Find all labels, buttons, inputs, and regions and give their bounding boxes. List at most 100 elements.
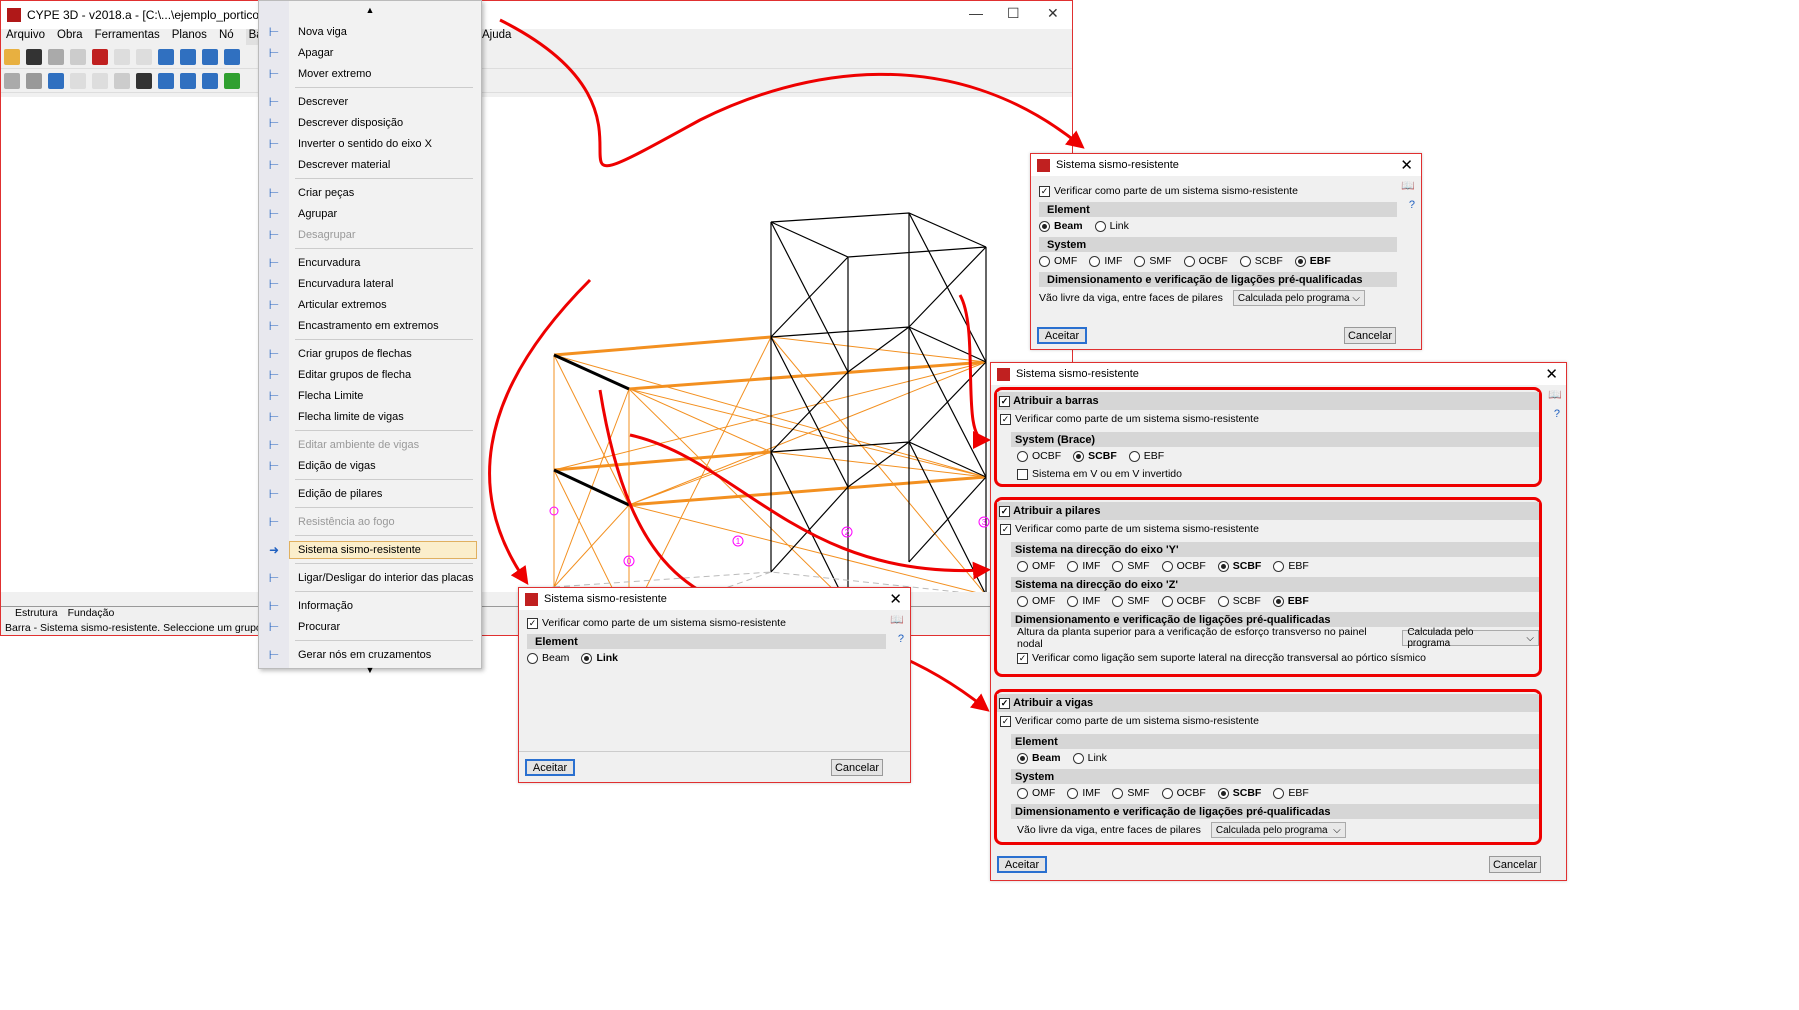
span-select[interactable]: Calculada pelo programa ⌵ [1210, 822, 1346, 838]
verify-checkbox[interactable]: ✓ [1039, 185, 1050, 197]
radio-smf[interactable] [1112, 787, 1124, 799]
menu-item[interactable]: ⊢ Informação [259, 595, 481, 616]
radio-omf[interactable] [1017, 560, 1028, 572]
help-icon[interactable]: ? [1554, 408, 1560, 420]
span-select[interactable]: Calculada pelo programa ⌵ [1232, 290, 1365, 306]
menu-item[interactable]: ⊢ Editar grupos de flecha [259, 364, 481, 385]
link-radio[interactable] [1072, 752, 1084, 764]
radio-ocbf[interactable] [1161, 595, 1173, 607]
menu-item[interactable]: ⊢ Flecha Limite [259, 385, 481, 406]
column-edit-icon: ⊢ [268, 486, 280, 501]
cancel-button[interactable]: Cancelar [1489, 856, 1541, 873]
radio-scbf[interactable] [1217, 787, 1229, 799]
menu-item[interactable]: ⊢ Criar grupos de flechas [259, 343, 481, 364]
radio-scbf[interactable] [1239, 255, 1251, 267]
scroll-down-icon[interactable]: ▼ [259, 665, 481, 679]
help-icon[interactable]: ? [898, 633, 904, 645]
element-header: Element [527, 634, 886, 649]
radio-ocbf[interactable] [1017, 450, 1028, 462]
menu-item[interactable]: ⊢ Mover extremo [259, 63, 481, 84]
menu-item[interactable]: ⊢ Editar ambiente de vigas [259, 434, 481, 455]
radio-imf[interactable] [1067, 787, 1079, 799]
menu-item[interactable]: ⊢ Encurvadura [259, 252, 481, 273]
menu-item[interactable]: ⊢ Edição de pilares [259, 483, 481, 504]
radio-ebf[interactable] [1128, 450, 1140, 462]
radio-imf[interactable] [1067, 595, 1079, 607]
menu-item[interactable]: ⊢ Descrever material [259, 154, 481, 175]
menu-item[interactable]: ➜ Sistema sismo-resistente [259, 539, 481, 560]
menu-item[interactable]: ⊢ Agrupar [259, 203, 481, 224]
verify-checkbox[interactable]: ✓ [527, 617, 538, 629]
lateral-buckling-icon: ⊢ [268, 276, 280, 291]
beam-radio[interactable] [1039, 220, 1050, 232]
cancel-button[interactable]: Cancelar [831, 759, 883, 776]
menu-item[interactable]: ⊢ Flecha limite de vigas [259, 406, 481, 427]
menu-item[interactable]: ⊢ Articular extremos [259, 294, 481, 315]
accept-button[interactable]: Aceitar [997, 856, 1047, 873]
lateral-checkbox[interactable]: ✓ [1017, 652, 1028, 664]
cancel-button[interactable]: Cancelar [1344, 327, 1396, 344]
beam-radio[interactable] [527, 652, 538, 664]
close-icon[interactable]: ✕ [1400, 156, 1413, 174]
radio-smf[interactable] [1134, 255, 1146, 267]
radio-smf[interactable] [1112, 560, 1124, 572]
menu-item[interactable]: ⊢ Resistência ao fogo [259, 511, 481, 532]
verify-checkbox[interactable]: ✓ [1000, 715, 1011, 727]
radio-ocbf[interactable] [1161, 560, 1173, 572]
verify-checkbox[interactable]: ✓ [1000, 523, 1011, 535]
link-radio[interactable] [1094, 220, 1106, 232]
radio-ocbf[interactable] [1161, 787, 1173, 799]
beam-label: Beam [542, 652, 570, 664]
help-icon[interactable]: ? [1409, 199, 1415, 211]
book-icon[interactable]: 📖 [1401, 179, 1415, 192]
accept-button[interactable]: Aceitar [525, 759, 575, 776]
book-icon[interactable]: 📖 [890, 613, 904, 626]
menu-item[interactable]: ⊢ Gerar nós em cruzamentos [259, 644, 481, 665]
beam-label: Beam [1032, 752, 1061, 764]
radio-omf[interactable] [1039, 255, 1050, 267]
deflection-group-icon: ⊢ [268, 346, 280, 361]
menu-item[interactable]: ⊢ Inverter o sentido do eixo X [259, 133, 481, 154]
radio-omf[interactable] [1017, 595, 1028, 607]
menu-item[interactable]: ⊢ Descrever disposição [259, 112, 481, 133]
radio-imf[interactable] [1089, 255, 1101, 267]
menu-item[interactable]: ⊢ Apagar [259, 42, 481, 63]
scroll-up-icon[interactable]: ▲ [259, 1, 481, 21]
menu-item[interactable]: ⊢ Criar peças [259, 182, 481, 203]
link-radio[interactable] [581, 652, 593, 664]
radio-omf[interactable] [1017, 787, 1028, 799]
pilares-checkbox[interactable]: ✓ [999, 505, 1010, 517]
barras-checkbox[interactable]: ✓ [999, 395, 1010, 407]
menu-item[interactable]: ⊢ Encastramento em extremos [259, 315, 481, 336]
radio-ebf[interactable] [1273, 787, 1285, 799]
link-label: Link [1109, 220, 1129, 232]
verify-checkbox[interactable]: ✓ [1000, 413, 1011, 425]
menu-item[interactable]: ⊢ Nova viga [259, 21, 481, 42]
radio-ebf[interactable] [1273, 560, 1285, 572]
radio-ebf[interactable] [1294, 255, 1306, 267]
menu-item[interactable]: ⊢ Encurvadura lateral [259, 273, 481, 294]
radio-smf[interactable] [1112, 595, 1124, 607]
radio-scbf[interactable] [1073, 450, 1085, 462]
radio-scbf[interactable] [1217, 595, 1229, 607]
accept-button[interactable]: Aceitar [1037, 327, 1087, 344]
height-select[interactable]: Calculada pelo programa ⌵ [1402, 627, 1539, 649]
vigas-checkbox[interactable]: ✓ [999, 697, 1010, 709]
radio-ebf[interactable] [1272, 595, 1284, 607]
close-icon[interactable]: ✕ [1545, 365, 1558, 383]
dim-header: Dimensionamento e verificação de ligaçõe… [1011, 804, 1539, 819]
menu-item[interactable]: ⊢ Ligar/Desligar do interior das placas [259, 567, 481, 588]
menu-item[interactable]: ⊢ Procurar [259, 616, 481, 637]
v-system-checkbox[interactable] [1017, 468, 1028, 480]
radio-scbf[interactable] [1217, 560, 1229, 572]
beam-radio[interactable] [1017, 752, 1028, 764]
radio-ocbf[interactable] [1183, 255, 1195, 267]
menu-item-label: Criar peças [298, 186, 355, 199]
label-ocbf: OCBF [1176, 560, 1206, 572]
radio-imf[interactable] [1067, 560, 1079, 572]
menu-item[interactable]: ⊢ Edição de vigas [259, 455, 481, 476]
book-icon[interactable]: 📖 [1548, 388, 1562, 401]
close-icon[interactable]: ✕ [889, 590, 902, 608]
menu-item[interactable]: ⊢ Desagrupar [259, 224, 481, 245]
menu-item[interactable]: ⊢ Descrever [259, 91, 481, 112]
